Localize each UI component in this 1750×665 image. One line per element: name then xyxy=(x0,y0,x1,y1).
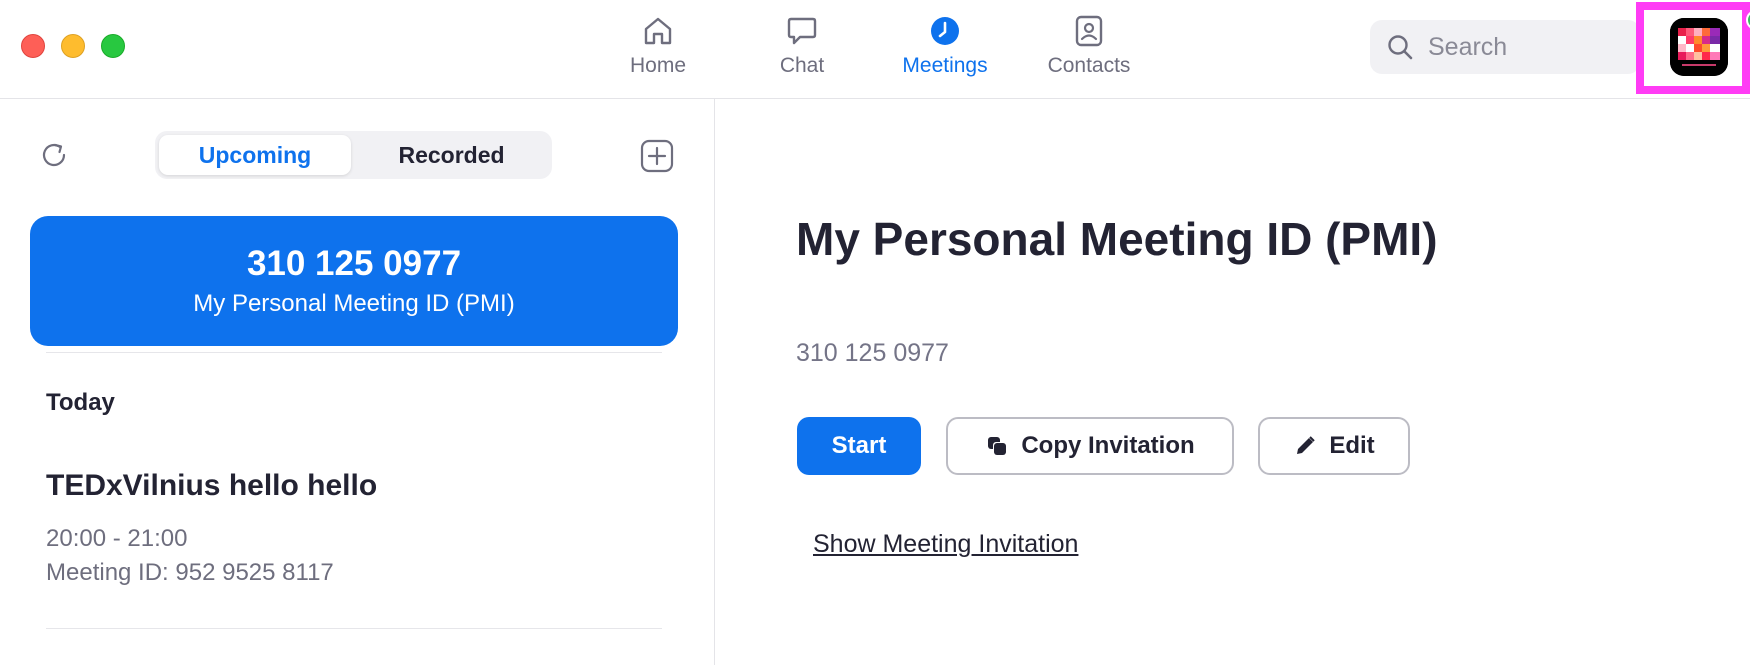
show-meeting-invitation-link[interactable]: Show Meeting Invitation xyxy=(813,530,1078,559)
meeting-list-item[interactable]: TEDxVilnius hello hello 20:00 - 21:00 Me… xyxy=(46,469,662,639)
edit-label: Edit xyxy=(1329,432,1375,459)
pmi-number: 310 125 0977 xyxy=(246,244,462,283)
avatar-highlight[interactable] xyxy=(1636,2,1750,94)
detail-title: My Personal Meeting ID (PMI) xyxy=(796,213,1438,265)
pmi-card[interactable]: 310 125 0977 My Personal Meeting ID (PMI… xyxy=(30,216,678,346)
chat-icon xyxy=(787,17,817,45)
avatar[interactable] xyxy=(1670,18,1728,76)
edit-button[interactable]: Edit xyxy=(1258,417,1410,475)
window-minimize-button[interactable] xyxy=(61,34,85,58)
meeting-title: TEDxVilnius hello hello xyxy=(46,469,378,502)
meeting-id: Meeting ID: 952 9525 8117 xyxy=(46,559,334,586)
nav-label: Contacts xyxy=(1047,54,1131,77)
nav-label: Meetings xyxy=(902,54,988,77)
nav-label: Home xyxy=(629,54,687,77)
avatar-image xyxy=(1670,18,1728,76)
refresh-icon[interactable] xyxy=(38,139,70,171)
clock-icon xyxy=(931,17,959,45)
nav-label: Chat xyxy=(779,54,825,77)
nav-tab-meetings[interactable]: Meetings xyxy=(885,14,1005,86)
copy-icon xyxy=(988,437,1007,455)
home-icon xyxy=(644,17,672,45)
meeting-time: 20:00 - 21:00 xyxy=(46,525,188,552)
detail-meeting-number: 310 125 0977 xyxy=(796,339,949,367)
nav-tab-chat[interactable]: Chat xyxy=(742,14,862,86)
nav-tab-home[interactable]: Home xyxy=(598,14,718,86)
search-icon xyxy=(1388,35,1413,60)
tab-upcoming[interactable]: Upcoming xyxy=(159,135,351,175)
pencil-icon xyxy=(1297,436,1316,454)
window-close-button[interactable] xyxy=(21,34,45,58)
start-button[interactable]: Start xyxy=(797,417,921,475)
nav-tab-contacts[interactable]: Contacts xyxy=(1029,14,1149,86)
search-input[interactable] xyxy=(1426,31,1630,63)
meetings-segmented-control: Upcoming Recorded xyxy=(155,131,552,179)
meetings-sidebar: Upcoming Recorded 310 125 0977 My Person… xyxy=(0,99,715,665)
section-heading-today: Today xyxy=(46,389,115,416)
tab-recorded[interactable]: Recorded xyxy=(355,135,548,175)
add-meeting-icon[interactable] xyxy=(640,139,674,173)
contacts-icon xyxy=(1075,15,1103,47)
search-box[interactable] xyxy=(1370,20,1640,74)
pmi-label: My Personal Meeting ID (PMI) xyxy=(193,290,515,317)
copy-invitation-label: Copy Invitation xyxy=(1021,432,1195,459)
window-maximize-button[interactable] xyxy=(101,34,125,58)
divider xyxy=(46,352,662,353)
copy-invitation-button[interactable]: Copy Invitation xyxy=(946,417,1234,475)
top-bar: Home Chat Meetings Contacts xyxy=(0,0,1750,99)
divider xyxy=(46,628,662,629)
